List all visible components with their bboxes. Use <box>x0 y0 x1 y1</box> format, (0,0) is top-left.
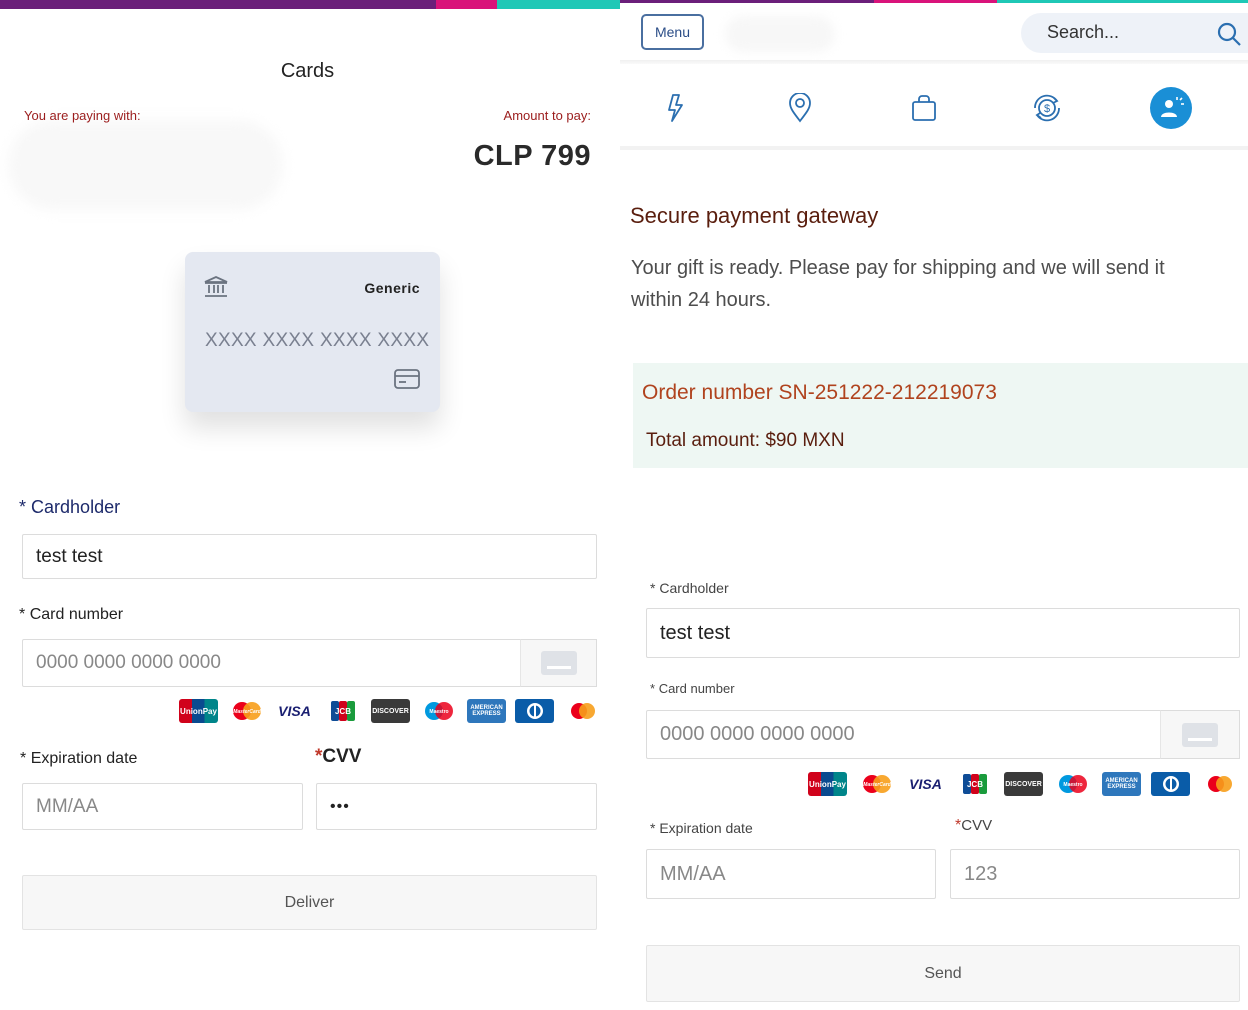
expiration-date-input[interactable]: MM/AA <box>22 783 303 830</box>
svg-text:JCB: JCB <box>334 707 350 716</box>
lightning-icon[interactable] <box>654 86 698 130</box>
cardholder-label: * Cardholder <box>19 497 121 517</box>
jcb-icon: JCB <box>955 772 994 796</box>
send-button[interactable]: Send <box>646 945 1240 1002</box>
bank-icon <box>203 274 229 305</box>
mastercard-icon <box>563 699 602 723</box>
jcb-icon: JCB <box>323 699 362 723</box>
card-type-indicator <box>1160 710 1240 759</box>
visa-icon: VISA <box>909 776 942 792</box>
location-pin-icon[interactable] <box>778 86 822 130</box>
expiration-date-label: * Expiration date <box>650 820 753 836</box>
currency-exchange-icon[interactable]: $ <box>1025 86 1069 130</box>
amount-to-pay-label: Amount to pay: <box>503 108 591 123</box>
cvv-label: *CVV <box>315 746 362 767</box>
search-icon[interactable] <box>1216 21 1242 52</box>
total-amount: Total amount: $90 MXN <box>646 430 845 451</box>
mastercard-icon <box>1200 772 1239 796</box>
maestro-icon: Maestro <box>419 699 458 723</box>
card-number-label: * Card number <box>650 681 735 696</box>
page-description: Your gift is ready. Please pay for shipp… <box>631 257 1165 311</box>
user-badge-icon[interactable] <box>1149 86 1193 130</box>
card-type-indicator <box>520 639 597 687</box>
expiration-date-label: * Expiration date <box>20 750 138 767</box>
accepted-card-brands: UnionPay MasterCard VISA JCB DISCOVER Ma… <box>179 699 602 723</box>
cvv-label: *CVV <box>955 817 993 834</box>
discover-icon: DISCOVER <box>371 699 410 723</box>
cardholder-label: * Cardholder <box>650 580 729 596</box>
category-nav: $ <box>620 86 1248 130</box>
svg-text:Maestro: Maestro <box>429 709 448 715</box>
expiration-date-input[interactable]: MM/AA <box>646 849 936 899</box>
top-accent-bar-teal <box>497 0 620 9</box>
cvv-input[interactable]: ••• <box>316 783 597 830</box>
svg-text:JCB: JCB <box>966 780 982 789</box>
maestro-icon: Maestro <box>1053 772 1092 796</box>
generic-card-icon <box>1182 722 1218 747</box>
top-accent-bar-pink <box>874 0 997 3</box>
cardholder-input[interactable]: test test <box>646 608 1240 658</box>
svg-text:MasterCard: MasterCard <box>863 782 891 788</box>
cvv-input[interactable]: 123 <box>950 849 1240 899</box>
order-summary: Order number SN-251222-212219073 Total a… <box>633 363 1248 468</box>
discover-icon: DISCOVER <box>1004 772 1043 796</box>
card-number-input[interactable]: 0000 0000 0000 0000 <box>646 710 1162 759</box>
paying-with-label: You are paying with: <box>24 108 141 123</box>
cardholder-input[interactable]: test test <box>22 534 597 579</box>
search-bar[interactable]: Search... <box>1021 13 1248 53</box>
credit-card-icon <box>394 369 420 394</box>
amex-icon: AMERICAN EXPRESS <box>1102 772 1141 796</box>
search-input[interactable]: Search... <box>1047 22 1119 43</box>
menu-button[interactable]: Menu <box>641 14 704 50</box>
page-title: Secure payment gateway <box>630 203 879 228</box>
order-number: Order number SN-251222-212219073 <box>642 381 997 404</box>
accepted-card-brands: UnionPay MasterCard VISA JCB DISCOVER Ma… <box>808 772 1239 796</box>
card-brand-label: Generic <box>364 280 420 296</box>
top-accent-bar-purple <box>620 0 874 3</box>
unionpay-icon: UnionPay <box>179 699 218 723</box>
top-accent-bar-pink <box>436 0 497 9</box>
card-preview: Generic XXXX XXXX XXXX XXXX <box>185 252 440 412</box>
diners-icon <box>515 699 554 723</box>
generic-card-icon <box>540 651 577 675</box>
top-accent-bar-purple <box>0 0 436 9</box>
left-payment-panel: Cards You are paying with: Amount to pay… <box>0 0 620 1010</box>
card-number-input[interactable]: 0000 0000 0000 0000 <box>22 639 522 687</box>
deliver-button[interactable]: Deliver <box>22 875 597 930</box>
mastercard-classic-icon: MasterCard <box>227 699 266 723</box>
page-title: Cards <box>280 60 335 82</box>
svg-text:$: $ <box>1044 103 1050 115</box>
svg-text:MasterCard: MasterCard <box>233 709 261 715</box>
header-divider <box>620 60 1248 64</box>
amex-icon: AMERICAN EXPRESS <box>467 699 506 723</box>
site-logo-blurred <box>725 16 835 52</box>
card-number-mask: XXXX XXXX XXXX XXXX <box>205 330 430 351</box>
shopping-bag-icon[interactable] <box>902 86 946 130</box>
svg-text:Maestro: Maestro <box>1063 782 1082 788</box>
mastercard-classic-icon: MasterCard <box>857 772 896 796</box>
right-payment-panel: Menu Search... $ Secure payment gateway … <box>620 0 1248 1010</box>
top-accent-bar-teal <box>997 0 1248 3</box>
amount-value: CLP 799 <box>473 140 591 172</box>
card-number-label: * Card number <box>19 606 124 623</box>
diners-icon <box>1151 772 1190 796</box>
visa-icon: VISA <box>278 703 311 719</box>
nav-divider <box>620 146 1248 150</box>
merchant-logo-blurred <box>8 120 283 210</box>
unionpay-icon: UnionPay <box>808 772 847 796</box>
